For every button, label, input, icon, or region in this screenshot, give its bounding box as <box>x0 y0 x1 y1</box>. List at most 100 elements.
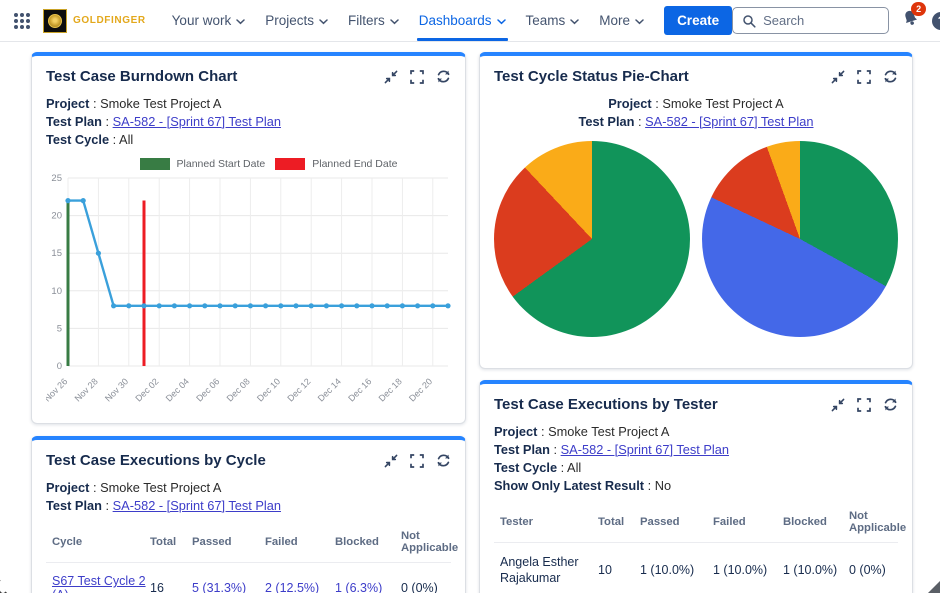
notification-badge: 2 <box>911 2 926 16</box>
panel-title: Test Case Executions by Tester <box>494 396 718 413</box>
meta-line: Test Plan : SA-582 - [Sprint 67] Test Pl… <box>494 113 898 131</box>
collapse-icon[interactable] <box>384 70 398 84</box>
legend-swatch <box>140 158 170 170</box>
panel-cycle-status-pie: Test Cycle Status Pie-Chart <box>479 52 913 369</box>
column-header: Passed <box>192 536 261 548</box>
meta-label: Project <box>494 424 537 439</box>
pie-chart-right <box>702 141 898 337</box>
svg-text:10: 10 <box>51 286 62 297</box>
table-cell-link[interactable]: S67 Test Cycle 2 (A) <box>46 574 146 593</box>
chevron-down-icon <box>319 19 328 25</box>
refresh-icon[interactable] <box>883 69 898 84</box>
create-button[interactable]: Create <box>664 6 732 35</box>
test-plan-link[interactable]: SA-582 - [Sprint 67] Test Plan <box>113 114 281 129</box>
fullscreen-icon[interactable] <box>857 70 871 84</box>
nav-item-more[interactable]: More <box>589 0 654 41</box>
test-plan-link[interactable]: SA-582 - [Sprint 67] Test Plan <box>645 114 813 129</box>
meta-line: Test Plan : SA-582 - [Sprint 67] Test Pl… <box>46 113 451 131</box>
dashboard-screen: GOLDFINGER Your work ProjectsFilters Dashb… <box>0 0 940 593</box>
nav-item-label: More <box>599 13 630 28</box>
nav-item-label: Teams <box>526 13 566 28</box>
logo-emblem-icon <box>43 9 67 33</box>
legend-swatch <box>275 158 305 170</box>
column-header: Total <box>150 536 188 548</box>
meta-label: Test Plan <box>494 442 550 457</box>
logo-text: GOLDFINGER <box>73 15 146 26</box>
meta-value: Smoke Test Project A <box>100 480 221 495</box>
svg-text:Dec 18: Dec 18 <box>377 376 404 403</box>
fullscreen-icon[interactable] <box>410 70 424 84</box>
legend-item: Planned Start Date <box>140 158 266 170</box>
table-cell: 1 (10.0%) <box>713 562 779 578</box>
app-switcher-icon[interactable] <box>14 13 30 29</box>
svg-text:Dec 04: Dec 04 <box>164 376 191 403</box>
column-header: Passed <box>640 516 709 528</box>
nav-item-label: Your work <box>172 13 232 28</box>
svg-text:Dec 16: Dec 16 <box>346 376 373 403</box>
svg-text:5: 5 <box>57 323 62 334</box>
collapse-icon[interactable] <box>831 70 845 84</box>
refresh-icon[interactable] <box>436 69 451 84</box>
notifications-button[interactable]: 2 <box>902 9 919 32</box>
table-cell-link[interactable]: 5 (31.3%) <box>192 581 261 593</box>
meta-line: Project : Smoke Test Project A <box>46 479 451 497</box>
pie-meta: Project : Smoke Test Project ATest Plan … <box>494 95 898 131</box>
table-cell-link[interactable]: 1 (6.3%) <box>335 581 397 593</box>
table-cell: 0 (0%) <box>849 562 898 578</box>
collapse-icon[interactable] <box>831 398 845 412</box>
table-cell: 16 <box>150 580 188 593</box>
table-cell-link[interactable]: 2 (12.5%) <box>265 581 331 593</box>
test-plan-link[interactable]: SA-582 - [Sprint 67] Test Plan <box>561 442 729 457</box>
nav-item-dashboards[interactable]: Dashboards <box>409 0 516 41</box>
column-header: Failed <box>265 536 331 548</box>
chevron-down-icon <box>390 19 399 25</box>
search-box[interactable] <box>732 7 889 34</box>
nav-item-filters[interactable]: Filters <box>338 0 409 41</box>
meta-line: Test Plan : SA-582 - [Sprint 67] Test Pl… <box>494 441 898 459</box>
panel-title: Test Case Executions by Cycle <box>46 452 266 469</box>
goldfinger-logo[interactable]: GOLDFINGER <box>43 9 146 33</box>
svg-text:Dec 06: Dec 06 <box>194 376 221 403</box>
fullscreen-icon[interactable] <box>857 398 871 412</box>
legend-label: Planned Start Date <box>177 158 266 170</box>
nav-item-label: Dashboards <box>419 13 492 28</box>
nav-item-projects[interactable]: Projects <box>255 0 338 41</box>
meta-label: Test Plan <box>579 114 635 129</box>
svg-text:Dec 08: Dec 08 <box>225 376 252 403</box>
primary-nav: Your work ProjectsFilters Dashboards Teams M… <box>162 0 654 41</box>
panel-burndown-chart: Test Case Burndown Chart <box>31 52 466 424</box>
fullscreen-icon[interactable] <box>410 454 424 468</box>
nav-left-group: GOLDFINGER Your work ProjectsFilters Dashb… <box>14 0 732 41</box>
meta-value: Smoke Test Project A <box>548 424 669 439</box>
search-input[interactable] <box>763 13 873 28</box>
tester-meta: Project : Smoke Test Project ATest Plan … <box>494 423 898 495</box>
executions-by-cycle-table: CycleTotalPassedFailedBlockedNot Applica… <box>46 521 451 593</box>
meta-value: All <box>119 132 133 147</box>
nav-item-your-work[interactable]: Your work <box>162 0 256 41</box>
svg-text:Nov 26: Nov 26 <box>46 376 69 403</box>
column-header: Blocked <box>783 516 845 528</box>
collapse-icon[interactable] <box>384 454 398 468</box>
meta-label: Project <box>608 96 651 111</box>
panel-executions-by-cycle: Test Case Executions by Cycle <box>31 436 466 593</box>
meta-label: Show Only Latest Result <box>494 478 644 493</box>
refresh-icon[interactable] <box>883 397 898 412</box>
column-header: Not Applicable <box>401 530 458 554</box>
executions-by-tester-table: TesterTotalPassedFailedBlockedNot Applic… <box>494 501 898 593</box>
meta-line: Test Cycle : All <box>46 131 451 149</box>
top-navigation: GOLDFINGER Your work ProjectsFilters Dashb… <box>0 0 940 42</box>
meta-value: Smoke Test Project A <box>100 96 221 111</box>
help-icon[interactable]: ? <box>932 12 940 30</box>
nav-item-teams[interactable]: Teams <box>516 0 590 41</box>
panel-title: Test Case Burndown Chart <box>46 68 237 85</box>
test-plan-link[interactable]: SA-582 - [Sprint 67] Test Plan <box>113 498 281 513</box>
table-cell: Angela Esther Rajakumar <box>494 554 594 586</box>
legend-label: Planned End Date <box>312 158 397 170</box>
meta-value: No <box>655 478 671 493</box>
refresh-icon[interactable] <box>436 453 451 468</box>
svg-text:15: 15 <box>51 248 62 259</box>
tester-row: Angela Esther Rajakumar101 (10.0%)1 (10.… <box>494 543 898 593</box>
svg-text:0: 0 <box>57 361 62 372</box>
column-header: Not Applicable <box>849 510 906 534</box>
svg-text:Nov 28: Nov 28 <box>73 376 100 403</box>
